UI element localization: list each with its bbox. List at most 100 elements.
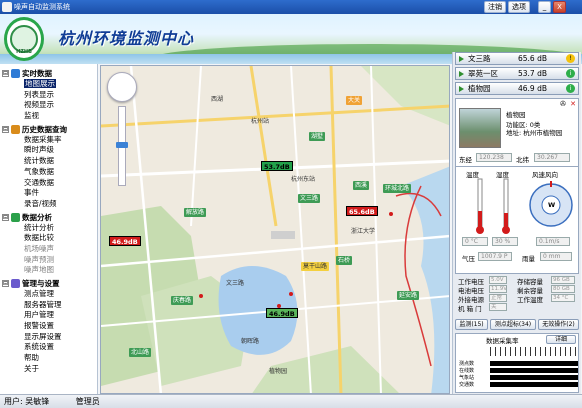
- tab-exceed[interactable]: 测点超标(34): [490, 319, 536, 330]
- site-row-wensan[interactable]: 文三路 65.6 dB !: [455, 52, 579, 65]
- tree-group-label: 历史数据查询: [22, 124, 67, 134]
- collapse-icon[interactable]: ⊟: [2, 213, 9, 221]
- sidebar-item[interactable]: 统计分析: [2, 223, 97, 234]
- site-row-zhiwuyuan[interactable]: 植物园 46.9 dB i: [455, 82, 579, 95]
- stat-value: 34 °C: [551, 294, 575, 302]
- folder-icon: [11, 124, 20, 134]
- close-button[interactable]: X: [553, 1, 566, 13]
- sidebar-item[interactable]: 关于: [2, 364, 97, 375]
- sidebar-item[interactable]: 服务器管理: [2, 300, 97, 311]
- map-reading-marker[interactable]: 53.7dB: [261, 161, 293, 171]
- sidebar-item-label: 测点管理: [24, 289, 54, 298]
- sidebar-item[interactable]: 地图展示: [2, 79, 97, 90]
- stat-value: 正常: [489, 294, 507, 302]
- tab-monitor[interactable]: 监测(15): [455, 319, 488, 330]
- stat-value: 关: [489, 303, 507, 311]
- logout-button[interactable]: 注销: [484, 1, 506, 13]
- expand-arrow-icon: [459, 71, 464, 77]
- sample-rate-title: 数据采集率: [486, 337, 519, 345]
- stat-value: 96 GB: [551, 276, 575, 284]
- sidebar-item[interactable]: 监视: [2, 111, 97, 122]
- road-label: 庆春路: [171, 296, 194, 305]
- options-button[interactable]: 选项: [508, 1, 530, 13]
- zoom-handle[interactable]: [116, 142, 128, 148]
- sidebar-item[interactable]: 噪声预测: [2, 255, 97, 266]
- speaker-icon[interactable]: ✇: [560, 100, 566, 108]
- map-view[interactable]: 53.7dB 65.6dB 46.9dB 46.9dB 湖墅 大关 文三路 解放…: [100, 65, 450, 394]
- title-bar: 噪声自动监测系统 注销 选项 _ X: [0, 0, 582, 14]
- sidebar-item-label: 用户管理: [24, 310, 54, 320]
- road-label: 西溪: [353, 181, 370, 190]
- status-bar: 用户: 吴敏锋 管理员: [0, 394, 582, 408]
- tab-invalid[interactable]: 无效操作(2): [538, 319, 579, 330]
- sidebar-item[interactable]: 用户管理: [2, 310, 97, 321]
- sidebar-item[interactable]: 测点管理: [2, 289, 97, 300]
- road-label: 石桥: [336, 256, 353, 265]
- sidebar-item[interactable]: 瞬时声级: [2, 145, 97, 156]
- road-label: 湖墅: [309, 132, 326, 141]
- sidebar-item[interactable]: 系统设置: [2, 342, 97, 353]
- site-name: 杭州环境监测中心: [58, 29, 195, 48]
- tree-group-label: 实时数据: [22, 69, 52, 78]
- collapse-icon[interactable]: ⊟: [2, 280, 9, 287]
- sidebar-item[interactable]: 录音/视频: [2, 199, 97, 210]
- stat-value: 80 GB: [551, 285, 575, 293]
- map-zoom-slider[interactable]: [116, 106, 128, 186]
- tree-group[interactable]: ⊟ 数据分析: [2, 212, 97, 223]
- tree-group-label: 管理与设置: [22, 279, 60, 288]
- minimize-button[interactable]: _: [538, 1, 551, 13]
- sidebar-item[interactable]: 统计数据: [2, 156, 97, 167]
- sidebar-item[interactable]: 帮助: [2, 353, 97, 364]
- sidebar-item-label: 机场噪声: [24, 243, 54, 253]
- sidebar-item[interactable]: 气象数据: [2, 167, 97, 178]
- tree-group[interactable]: ⊟ 管理与设置: [2, 278, 97, 289]
- bar-label: 在线数: [459, 368, 475, 374]
- map-reading-marker[interactable]: 46.9dB: [266, 308, 298, 318]
- sidebar-item-label: 噪声预测: [24, 254, 54, 264]
- detail-dropdown[interactable]: 详细: [546, 335, 576, 344]
- site-row-cuiyuan[interactable]: 翠苑一区 53.7 dB i: [455, 67, 579, 80]
- sidebar-item-label: 报警设置: [24, 321, 54, 331]
- close-icon[interactable]: ✕: [570, 100, 576, 108]
- tree-group[interactable]: ⊟ 历史数据查询: [2, 124, 97, 135]
- collapse-icon[interactable]: ⊟: [2, 70, 9, 77]
- sidebar-item[interactable]: 交通数据: [2, 178, 97, 189]
- sidebar-item[interactable]: 列表显示: [2, 90, 97, 101]
- folder-icon: [11, 69, 20, 78]
- sidebar-item[interactable]: 报警设置: [2, 321, 97, 332]
- sidebar-item[interactable]: 噪声地图: [2, 265, 97, 276]
- sidebar-item-label: 噪声地图: [24, 265, 54, 275]
- sidebar-item[interactable]: 数据采集率: [2, 135, 97, 146]
- sidebar-item[interactable]: 视频显示: [2, 100, 97, 111]
- map-pan-control[interactable]: [107, 72, 137, 102]
- sample-scale: [490, 347, 576, 356]
- sidebar-item[interactable]: 显示屏设置: [2, 332, 97, 343]
- tree-group-label: 数据分析: [22, 212, 52, 222]
- window-title: 噪声自动监测系统: [14, 3, 70, 11]
- map-poi: 浙江大学: [351, 228, 376, 235]
- sidebar-item[interactable]: 事件: [2, 188, 97, 199]
- expand-arrow-icon: [459, 86, 464, 92]
- map-poi: 杭州东站: [291, 176, 316, 183]
- latitude-label: 北纬: [516, 156, 529, 164]
- map-reading-marker[interactable]: 65.6dB: [346, 206, 378, 216]
- collapse-icon[interactable]: ⊟: [2, 125, 9, 133]
- info-icon: i: [566, 69, 575, 78]
- stat-value: 5.0V: [489, 276, 507, 284]
- folder-icon: [11, 279, 20, 288]
- weather-instruments: 温度 湿度 风速风向 W 0 °C 30 % 0.1m/s 气压 1007.9 …: [455, 166, 579, 274]
- bar-label: 气象站: [459, 375, 475, 381]
- logo-text: HZHB: [16, 49, 32, 55]
- map-reading-marker[interactable]: 46.9dB: [109, 236, 141, 246]
- tree-group[interactable]: ⊟ 实时数据: [2, 68, 97, 79]
- wind-speed-field: 0.1m/s: [536, 237, 570, 246]
- sample-rate-panel: 数据采集率 详细 测点数 在线数 气象站 交通数: [455, 333, 579, 393]
- sidebar-item[interactable]: 机场噪声: [2, 244, 97, 255]
- map-poi: 西湖: [211, 96, 224, 103]
- info-icon: i: [566, 84, 575, 93]
- app-icon: [2, 2, 12, 12]
- bar-label: 测点数: [459, 361, 475, 367]
- sidebar-item-label: 监视: [24, 111, 39, 121]
- sidebar-item[interactable]: 数据比较: [2, 233, 97, 244]
- map-poi: 朝晖路: [241, 338, 260, 345]
